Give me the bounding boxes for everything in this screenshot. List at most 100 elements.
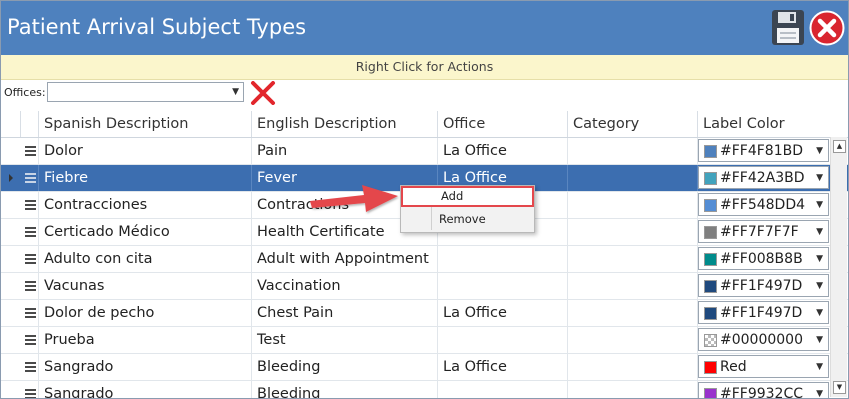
title-bar: Patient Arrival Subject Types bbox=[1, 1, 848, 55]
label-color-picker[interactable]: #FF548DD4 ▼ bbox=[698, 193, 829, 216]
label-color-picker[interactable]: #00000000 ▼ bbox=[698, 328, 829, 351]
drag-handle-icon[interactable] bbox=[25, 389, 36, 398]
table-row[interactable]: Sangrado Bleeding La Office Red ▼ bbox=[1, 354, 848, 381]
drag-handle-icon[interactable] bbox=[25, 362, 36, 372]
table-row[interactable]: Vacunas Vaccination #FF1F497D ▼ bbox=[1, 273, 848, 300]
save-button[interactable] bbox=[771, 9, 805, 46]
color-value: #FF42A3BD bbox=[720, 170, 805, 186]
cell-category[interactable] bbox=[567, 138, 697, 164]
chevron-up-icon[interactable]: ▲ bbox=[833, 140, 846, 153]
menu-item-remove[interactable]: Remove bbox=[401, 209, 534, 230]
cell-office[interactable] bbox=[437, 246, 567, 272]
drag-handle-icon[interactable] bbox=[25, 254, 36, 264]
hint-bar: Right Click for Actions bbox=[1, 55, 848, 80]
dropdown-arrow-icon: ▼ bbox=[816, 389, 823, 398]
cell-english-description[interactable]: Chest Pain bbox=[251, 300, 437, 326]
cell-spanish-description[interactable]: Adulto con cita bbox=[38, 246, 251, 272]
dropdown-arrow-icon: ▼ bbox=[816, 308, 823, 318]
label-color-picker[interactable]: Red ▼ bbox=[698, 355, 829, 378]
cell-office[interactable] bbox=[437, 381, 567, 398]
cell-english-description[interactable]: Bleeding bbox=[251, 354, 437, 380]
dropdown-arrow-icon: ▼ bbox=[816, 146, 823, 156]
cell-spanish-description[interactable]: Fiebre bbox=[38, 165, 251, 191]
column-header-category[interactable]: Category bbox=[567, 111, 697, 137]
drag-handle-header bbox=[20, 111, 38, 137]
color-swatch bbox=[704, 172, 717, 185]
cell-english-description[interactable]: Pain bbox=[251, 138, 437, 164]
drag-handle-icon[interactable] bbox=[25, 308, 36, 318]
color-value: Red bbox=[720, 359, 747, 375]
label-color-picker[interactable]: #FF9932CC ▼ bbox=[698, 382, 829, 398]
table-row[interactable]: Prueba Test #00000000 ▼ bbox=[1, 327, 848, 354]
cell-category[interactable] bbox=[567, 354, 697, 380]
cell-english-description[interactable]: Bleeding bbox=[251, 381, 437, 398]
menu-item-add[interactable]: Add bbox=[401, 186, 534, 207]
dropdown-arrow-icon: ▼ bbox=[232, 87, 239, 97]
cell-spanish-description[interactable]: Dolor de pecho bbox=[38, 300, 251, 326]
column-header-english[interactable]: English Description bbox=[251, 111, 437, 137]
table-row[interactable]: Adulto con cita Adult with Appointment #FF… bbox=[1, 246, 848, 273]
cell-english-description[interactable]: Test bbox=[251, 327, 437, 353]
offices-filter-label: Offices: bbox=[4, 86, 46, 99]
cell-english-description[interactable]: Adult with Appointment bbox=[251, 246, 437, 272]
column-header-spanish[interactable]: Spanish Description bbox=[38, 111, 251, 137]
cell-english-description[interactable]: Vaccination bbox=[251, 273, 437, 299]
cell-spanish-description[interactable]: Vacunas bbox=[38, 273, 251, 299]
drag-handle-icon[interactable] bbox=[25, 200, 36, 210]
subject-types-grid: Spanish Description English Description … bbox=[1, 111, 848, 398]
cell-category[interactable] bbox=[567, 300, 697, 326]
offices-filter-dropdown[interactable]: ▼ bbox=[47, 82, 244, 102]
label-color-picker[interactable]: #FF1F497D ▼ bbox=[698, 301, 829, 324]
cell-office[interactable]: La Office bbox=[437, 300, 567, 326]
cell-category[interactable] bbox=[567, 327, 697, 353]
cell-spanish-description[interactable]: Certicado Médico bbox=[38, 219, 251, 245]
drag-handle-icon[interactable] bbox=[25, 173, 36, 183]
vertical-scrollbar[interactable]: ▲ ▼ bbox=[830, 137, 847, 397]
color-swatch bbox=[704, 307, 717, 320]
dropdown-arrow-icon: ▼ bbox=[816, 173, 823, 183]
drag-handle-icon[interactable] bbox=[25, 335, 36, 345]
cell-category[interactable] bbox=[567, 273, 697, 299]
window-title: Patient Arrival Subject Types bbox=[7, 15, 307, 39]
color-swatch bbox=[704, 253, 717, 266]
cell-spanish-description[interactable]: Prueba bbox=[38, 327, 251, 353]
table-row[interactable]: Dolor Pain La Office #FF4F81BD ▼ bbox=[1, 138, 848, 165]
cell-spanish-description[interactable]: Dolor bbox=[38, 138, 251, 164]
dialog-window: Patient Arrival Subject Types Right Clic… bbox=[0, 0, 849, 399]
table-row[interactable]: Dolor de pecho Chest Pain La Office #FF1F49… bbox=[1, 300, 848, 327]
cell-spanish-description[interactable]: Sangrado bbox=[38, 381, 251, 398]
color-value: #FF548DD4 bbox=[720, 197, 806, 213]
cell-category[interactable] bbox=[567, 246, 697, 272]
color-swatch bbox=[704, 226, 717, 239]
cell-office[interactable] bbox=[437, 273, 567, 299]
dropdown-arrow-icon: ▼ bbox=[816, 254, 823, 264]
cell-office[interactable]: La Office bbox=[437, 354, 567, 380]
table-row[interactable]: Sangrado Bleeding #FF9932CC ▼ bbox=[1, 381, 848, 398]
cell-spanish-description[interactable]: Sangrado bbox=[38, 354, 251, 380]
clear-filter-button[interactable] bbox=[250, 81, 276, 105]
cell-category[interactable] bbox=[567, 192, 697, 218]
label-color-picker[interactable]: #FF42A3BD ▼ bbox=[698, 166, 829, 189]
label-color-picker[interactable]: #FF008B8B ▼ bbox=[698, 247, 829, 270]
floppy-disk-icon bbox=[772, 10, 804, 45]
cell-office[interactable] bbox=[437, 327, 567, 353]
current-row-indicator-icon bbox=[9, 174, 13, 182]
chevron-down-icon[interactable]: ▼ bbox=[833, 381, 846, 394]
cell-category[interactable] bbox=[567, 381, 697, 398]
color-value: #FF7F7F7F bbox=[720, 224, 799, 240]
column-header-office[interactable]: Office bbox=[437, 111, 567, 137]
drag-handle-icon[interactable] bbox=[25, 146, 36, 156]
drag-handle-icon[interactable] bbox=[25, 227, 36, 237]
cell-office[interactable]: La Office bbox=[437, 138, 567, 164]
cell-category[interactable] bbox=[567, 219, 697, 245]
column-header-label-color[interactable]: Label Color bbox=[697, 111, 848, 137]
red-x-icon bbox=[251, 81, 275, 105]
label-color-picker[interactable]: #FF1F497D ▼ bbox=[698, 274, 829, 297]
color-value: #FF4F81BD bbox=[720, 143, 803, 159]
close-button[interactable] bbox=[809, 10, 845, 46]
cell-spanish-description[interactable]: Contracciones bbox=[38, 192, 251, 218]
cell-category[interactable] bbox=[567, 165, 697, 191]
label-color-picker[interactable]: #FF4F81BD ▼ bbox=[698, 139, 829, 162]
label-color-picker[interactable]: #FF7F7F7F ▼ bbox=[698, 220, 829, 243]
drag-handle-icon[interactable] bbox=[25, 281, 36, 291]
